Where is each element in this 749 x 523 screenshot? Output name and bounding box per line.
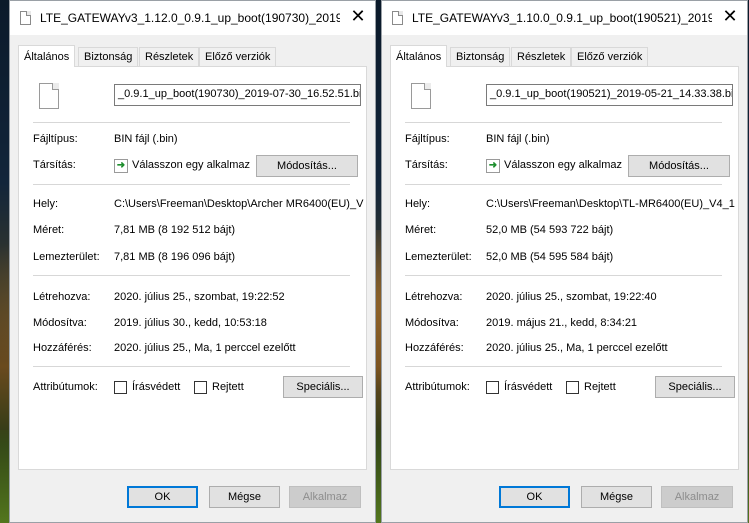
size-on-disk-label: Lemezterület: [405, 251, 472, 263]
file-icon [39, 83, 59, 109]
separator [405, 275, 722, 276]
size-on-disk-value: 52,0 MB (54 595 584 bájt) [486, 251, 614, 263]
close-icon[interactable]: ✕ [341, 1, 375, 31]
filename-field[interactable]: _0.9.1_up_boot(190521)_2019-05-21_14.33.… [486, 84, 733, 106]
file-icon [20, 11, 31, 25]
file-icon [411, 83, 431, 109]
hidden-label[interactable]: Rejtett [584, 381, 616, 393]
size-on-disk-label: Lemezterület: [33, 251, 100, 263]
size-value: 7,81 MB (8 192 512 bájt) [114, 224, 236, 236]
tab-general[interactable]: Általános [390, 45, 448, 67]
hidden-label[interactable]: Rejtett [212, 381, 244, 393]
separator [405, 122, 722, 123]
separator [33, 275, 350, 276]
separator [33, 122, 350, 123]
cancel-button[interactable]: Mégse [581, 486, 652, 508]
readonly-label[interactable]: Írásvédett [504, 381, 552, 393]
filetype-label: Fájltípus: [405, 133, 450, 145]
readonly-checkbox[interactable] [114, 381, 127, 394]
cancel-button[interactable]: Mégse [209, 486, 280, 508]
tab-previous-versions[interactable]: Előző verziók [199, 47, 277, 66]
tab-details[interactable]: Részletek [139, 47, 200, 66]
size-value: 52,0 MB (54 593 722 bájt) [486, 224, 614, 236]
open-with-icon: ➜ [114, 159, 128, 173]
tab-details[interactable]: Részletek [511, 47, 572, 66]
size-label: Méret: [405, 224, 437, 236]
filetype-value: BIN fájl (.bin) [114, 133, 178, 145]
accessed-label: Hozzáférés: [405, 342, 464, 354]
filename-field[interactable]: _0.9.1_up_boot(190730)_2019-07-30_16.52.… [114, 84, 361, 106]
open-with-icon: ➜ [486, 159, 500, 173]
hidden-checkbox[interactable] [566, 381, 579, 394]
tab-general[interactable]: Általános [18, 45, 76, 67]
separator [33, 184, 350, 185]
tab-security[interactable]: Biztonság [78, 47, 139, 66]
ok-button[interactable]: OK [127, 486, 198, 508]
change-button[interactable]: Módosítás... [628, 155, 730, 177]
advanced-button[interactable]: Speciális... [655, 376, 735, 398]
general-panel: _0.9.1_up_boot(190730)_2019-07-30_16.52.… [18, 66, 367, 470]
separator [405, 366, 722, 367]
location-label: Hely: [33, 198, 59, 210]
general-panel: _0.9.1_up_boot(190521)_2019-05-21_14.33.… [390, 66, 739, 470]
location-value[interactable]: C:\Users\Freeman\Desktop\TL-MR6400(EU)_V… [486, 198, 736, 210]
created-value: 2020. július 25., szombat, 19:22:40 [486, 291, 657, 303]
hidden-checkbox[interactable] [194, 381, 207, 394]
modified-value: 2019. július 30., kedd, 10:53:18 [114, 317, 267, 329]
opens-with-label: Társítás: [405, 159, 448, 171]
tab-previous-versions[interactable]: Előző verziók [571, 47, 649, 66]
apply-button[interactable]: Alkalmaz [661, 486, 733, 508]
title-bar[interactable]: LTE_GATEWAYv3_1.12.0_0.9.1_up_boot(19073… [10, 1, 375, 35]
accessed-value: 2020. július 25., Ma, 1 perccel ezelőtt [486, 342, 668, 354]
window-title: LTE_GATEWAYv3_1.12.0_0.9.1_up_boot(19073… [40, 11, 340, 25]
attributes-label: Attribútumok: [405, 381, 470, 393]
properties-window-2: LTE_GATEWAYv3_1.10.0_0.9.1_up_boot(19052… [381, 0, 748, 523]
tab-security[interactable]: Biztonság [450, 47, 511, 66]
opens-with-label: Társítás: [33, 159, 76, 171]
opens-with-value: Válasszon egy alkalmaz [132, 159, 251, 171]
size-label: Méret: [33, 224, 65, 236]
advanced-button[interactable]: Speciális... [283, 376, 363, 398]
created-value: 2020. július 25., szombat, 19:22:52 [114, 291, 285, 303]
separator [33, 366, 350, 367]
modified-label: Módosítva: [33, 317, 87, 329]
filetype-label: Fájltípus: [33, 133, 78, 145]
attributes-label: Attribútumok: [33, 381, 98, 393]
close-icon[interactable]: ✕ [713, 1, 747, 31]
filetype-value: BIN fájl (.bin) [486, 133, 550, 145]
readonly-label[interactable]: Írásvédett [132, 381, 180, 393]
properties-window-1: LTE_GATEWAYv3_1.12.0_0.9.1_up_boot(19073… [9, 0, 376, 523]
modified-value: 2019. május 21., kedd, 8:34:21 [486, 317, 638, 329]
apply-button[interactable]: Alkalmaz [289, 486, 361, 508]
location-label: Hely: [405, 198, 431, 210]
opens-with-value: Válasszon egy alkalmaz [504, 159, 623, 171]
ok-button[interactable]: OK [499, 486, 570, 508]
title-bar[interactable]: LTE_GATEWAYv3_1.10.0_0.9.1_up_boot(19052… [382, 1, 747, 35]
location-value[interactable]: C:\Users\Freeman\Desktop\Archer MR6400(E… [114, 198, 364, 210]
window-title: LTE_GATEWAYv3_1.10.0_0.9.1_up_boot(19052… [412, 11, 712, 25]
created-label: Létrehozva: [33, 291, 91, 303]
change-button[interactable]: Módosítás... [256, 155, 358, 177]
accessed-value: 2020. július 25., Ma, 1 perccel ezelőtt [114, 342, 296, 354]
file-icon [392, 11, 403, 25]
accessed-label: Hozzáférés: [33, 342, 92, 354]
size-on-disk-value: 7,81 MB (8 196 096 bájt) [114, 251, 236, 263]
modified-label: Módosítva: [405, 317, 459, 329]
readonly-checkbox[interactable] [486, 381, 499, 394]
separator [405, 184, 722, 185]
created-label: Létrehozva: [405, 291, 463, 303]
